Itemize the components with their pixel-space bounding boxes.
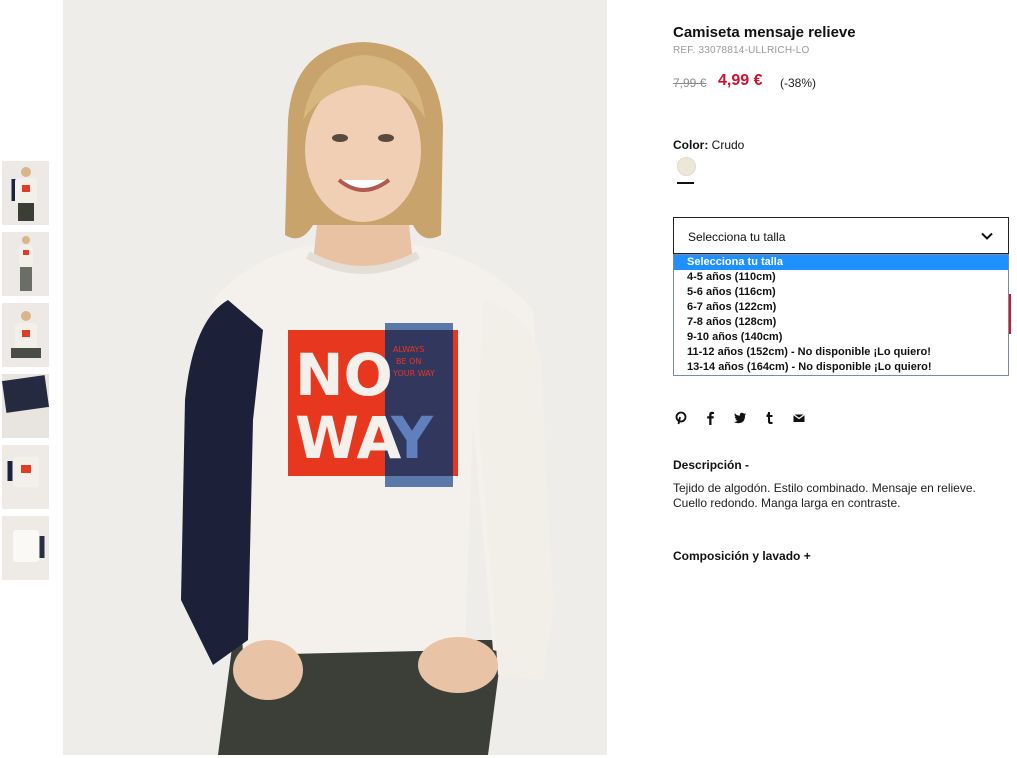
discount-badge: (-38%) [780,76,817,90]
tumblr-icon[interactable] [761,411,777,427]
size-select[interactable]: Selecciona tu talla [673,217,1009,254]
selected-swatch-indicator [677,182,694,184]
size-option[interactable]: 6-7 años (122cm) [674,300,1008,315]
twitter-icon[interactable] [732,411,748,427]
print-line-1: NO [295,341,393,409]
thumbnail-gallery [2,161,49,587]
description-text: Tejido de algodón. Estilo combinado. Men… [673,481,976,510]
old-price: 7,99 € [673,76,707,90]
size-option[interactable]: 7-8 años (128cm) [674,315,1008,330]
thumbnail-4[interactable] [2,374,49,438]
print-line-2: WA [295,404,401,472]
size-dropdown-list: Selecciona tu talla 4-5 años (110cm) 5-6… [673,254,1009,376]
add-to-cart-button-edge[interactable] [1009,294,1011,334]
facebook-icon[interactable] [702,411,718,427]
product-photo: NO WA Y ALWAYS BE ON YOUR WAY [63,0,607,755]
size-option[interactable]: 11-12 años (152cm) - No disponible ¡Lo q… [674,345,1008,360]
pinterest-icon[interactable] [673,411,689,427]
product-title: Camiseta mensaje relieve [673,24,856,41]
size-option[interactable]: 4-5 años (110cm) [674,270,1008,285]
print-small-1: ALWAYS [393,345,424,354]
thumbnail-3[interactable] [2,303,49,367]
size-option[interactable]: 9-10 años (140cm) [674,330,1008,345]
thumbnail-5[interactable] [2,445,49,509]
size-option[interactable]: Selecciona tu talla [674,255,1008,270]
thumbnail-6[interactable] [2,516,49,580]
description-toggle[interactable]: Descripción - [673,458,749,472]
color-label: Color: Crudo [673,138,744,152]
size-option[interactable]: 13-14 años (164cm) - No disponible ¡Lo q… [674,360,1008,375]
sale-price: 4,99 € [718,72,763,89]
print-small-2: BE ON [396,357,421,366]
color-label-key: Color: [673,138,709,152]
boy-wearing-shirt-illustration: NO WA Y ALWAYS BE ON YOUR WAY [63,0,607,755]
print-small-3: YOUR WAY [392,369,435,378]
color-value: Crudo [711,138,745,152]
product-ref: REF. 33078814-ULLRICH-LO [673,45,810,56]
color-swatch-crudo[interactable] [677,157,696,176]
thumbnail-2[interactable] [2,232,49,296]
thumbnail-1[interactable] [2,161,49,225]
size-option[interactable]: 5-6 años (116cm) [674,285,1008,300]
chevron-down-icon [981,232,993,240]
mail-icon[interactable] [791,411,807,427]
composition-toggle[interactable]: Composición y lavado + [673,549,811,563]
print-letter-y: Y [390,404,434,472]
share-icons [673,411,816,427]
size-select-value: Selecciona tu talla [688,230,786,244]
